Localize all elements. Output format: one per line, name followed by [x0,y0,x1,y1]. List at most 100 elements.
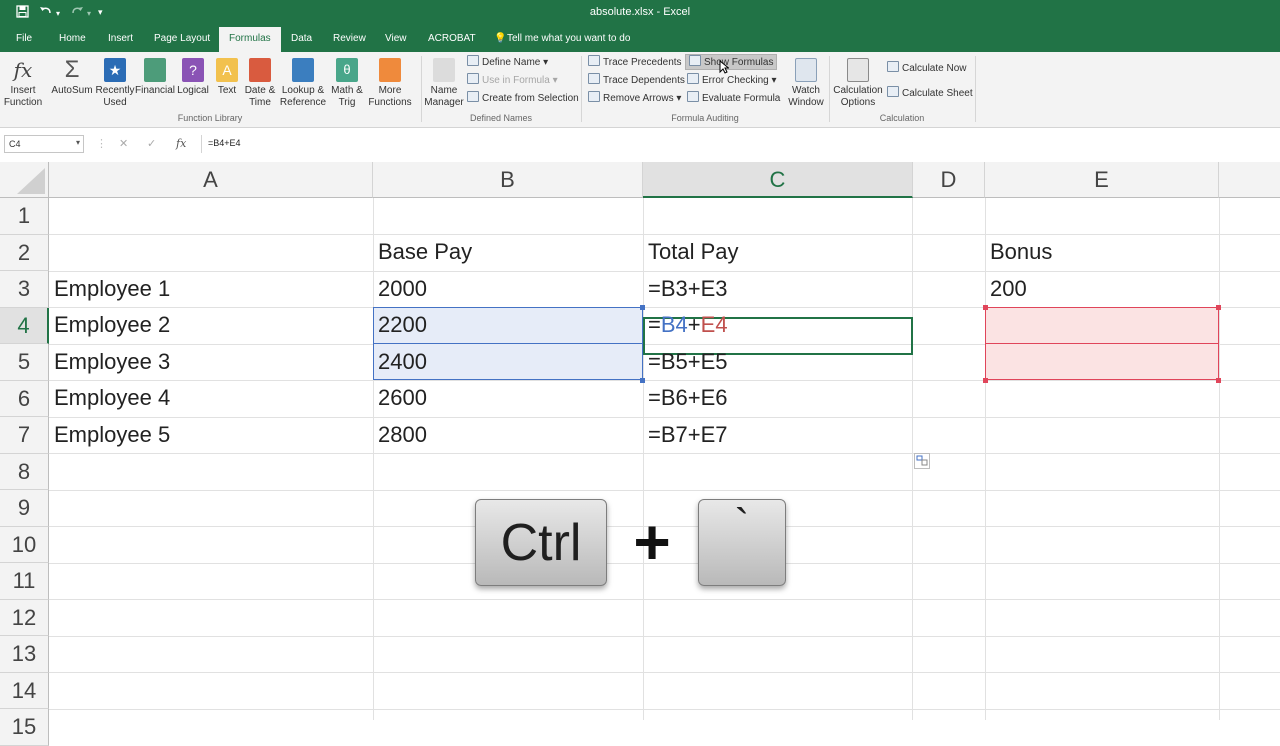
calculate-now-button[interactable]: Calculate Now [887,61,966,77]
autosum-button[interactable]: Σ AutoSum [50,56,94,97]
row-header-9[interactable]: 9 [0,490,49,527]
cell-c4[interactable]: =B4+E4 [643,307,728,343]
row-header-14[interactable]: 14 [0,672,49,709]
name-manager-button[interactable]: Name Manager [424,56,464,109]
column-header-a[interactable]: A [49,162,373,198]
theta-icon: θ [336,58,358,82]
text-button[interactable]: A Text [212,56,242,97]
define-name-button[interactable]: Define Name ▾ [467,55,548,71]
cell-b7[interactable]: 2800 [373,417,427,453]
tab-home[interactable]: Home [59,33,86,44]
enter-check-icon[interactable]: ✓ [147,137,156,150]
tab-review[interactable]: Review [333,33,366,44]
cell-c6[interactable]: =B6+E6 [643,380,728,416]
cell-a3[interactable]: Employee 1 [49,271,170,307]
calculate-now-icon [887,61,899,72]
worksheet-grid: A B C D E 1 2 3 4 5 6 7 8 9 10 11 12 13 … [0,162,1280,746]
cell-e3[interactable]: 200 [985,271,1027,307]
insert-function-button[interactable]: fx Insert Function [2,56,44,109]
remove-arrows-button[interactable]: Remove Arrows ▾ [588,91,681,107]
row-header-6[interactable]: 6 [0,380,49,417]
lookup-reference-button[interactable]: Lookup & Reference [278,56,328,109]
tab-file[interactable]: File [16,33,32,44]
row-header-10[interactable]: 10 [0,526,49,563]
cell-a7[interactable]: Employee 5 [49,417,170,453]
formula-auditing-group-label: Formula Auditing [671,113,739,123]
tell-me-search[interactable]: Tell me what you want to do [507,33,630,44]
cell-c3[interactable]: =B3+E3 [643,271,728,307]
row-header-13[interactable]: 13 [0,636,49,673]
range-handle[interactable] [983,305,988,310]
financial-button[interactable]: Financial [135,56,175,97]
tab-insert[interactable]: Insert [108,33,133,44]
recently-used-button[interactable]: ★ Recently Used [95,56,135,109]
more-functions-button[interactable]: More Functions [366,56,414,109]
formula-input[interactable]: =B4+E4 [201,135,1276,153]
evaluate-formula-button[interactable]: Evaluate Formula [687,91,780,107]
name-box[interactable]: C4 ▾ [4,135,84,153]
tab-data[interactable]: Data [291,33,312,44]
create-from-selection-button[interactable]: Create from Selection [467,91,579,107]
cell-b3[interactable]: 2000 [373,271,427,307]
calculation-options-button[interactable]: Calculation Options [832,56,884,109]
range-handle[interactable] [640,305,645,310]
cell-b2[interactable]: Base Pay [373,234,472,270]
column-header-e[interactable]: E [985,162,1219,198]
cell-a5[interactable]: Employee 3 [49,344,170,380]
remove-arrows-icon [588,91,600,102]
trace-precedents-icon [588,55,600,66]
row-header-1[interactable]: 1 [0,198,49,235]
logical-button[interactable]: ? Logical [175,56,211,97]
range-handle[interactable] [1216,305,1221,310]
math-trig-button[interactable]: θ Math & Trig [328,56,366,109]
column-header-c[interactable]: C [643,162,913,198]
date-time-button[interactable]: Date & Time [242,56,278,109]
row-header-15[interactable]: 15 [0,709,49,746]
row-header-12[interactable]: 12 [0,599,49,636]
more-functions-icon [379,58,401,82]
use-in-formula-icon [467,73,479,84]
cell-c5[interactable]: =B5+E5 [643,344,728,380]
row-header-4[interactable]: 4 [0,307,49,344]
watch-window-button[interactable]: Watch Window [786,56,826,109]
cell-b6[interactable]: 2600 [373,380,427,416]
range-handle[interactable] [1216,378,1221,383]
error-checking-button[interactable]: Error Checking ▾ [687,73,777,89]
cell-c2[interactable]: Total Pay [643,234,739,270]
formula-bar: C4 ▾ ⋮ ✕ ✓ fx =B4+E4 [0,128,1280,162]
cell-b4[interactable]: 2200 [373,307,427,343]
cell-e2[interactable]: Bonus [985,234,1052,270]
fx-icon[interactable]: fx [176,137,186,150]
row-header-5[interactable]: 5 [0,344,49,381]
cancel-icon[interactable]: ✕ [119,137,128,150]
show-formulas-button[interactable]: Show Formulas [685,54,778,70]
range-handle[interactable] [640,378,645,383]
tab-acrobat[interactable]: ACROBAT [428,33,476,44]
cell-a4[interactable]: Employee 2 [49,307,170,343]
cell-c7[interactable]: =B7+E7 [643,417,728,453]
row-header-2[interactable]: 2 [0,234,49,271]
trace-dependents-button[interactable]: Trace Dependents [588,73,685,89]
tab-page-layout[interactable]: Page Layout [154,33,210,44]
use-in-formula-button[interactable]: Use in Formula ▾ [467,73,558,89]
column-header-f[interactable] [1219,162,1280,198]
chevron-down-icon[interactable]: ▾ [76,138,80,147]
tab-view[interactable]: View [385,33,407,44]
backtick-key-graphic: ` [698,499,786,586]
evaluate-formula-icon [687,91,699,102]
row-header-3[interactable]: 3 [0,271,49,308]
quick-analysis-icon[interactable] [914,453,930,469]
column-header-b[interactable]: B [373,162,643,198]
trace-precedents-button[interactable]: Trace Precedents [588,55,682,71]
row-header-11[interactable]: 11 [0,563,49,600]
watch-window-icon [795,58,817,82]
calculate-sheet-button[interactable]: Calculate Sheet [887,86,973,102]
range-handle[interactable] [983,378,988,383]
cell-b5[interactable]: 2400 [373,344,427,380]
cell-a6[interactable]: Employee 4 [49,380,170,416]
row-header-8[interactable]: 8 [0,453,49,490]
column-header-d[interactable]: D [913,162,985,198]
tab-formulas[interactable]: Formulas [219,27,281,52]
select-all-button[interactable] [0,162,49,198]
row-header-7[interactable]: 7 [0,417,49,454]
